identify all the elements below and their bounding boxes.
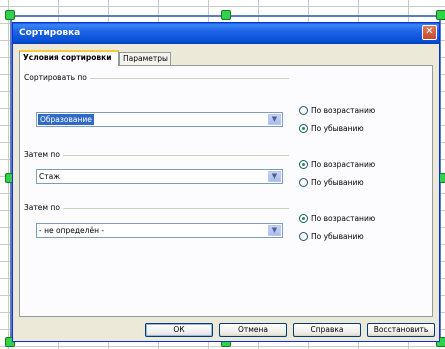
radio-icon	[299, 213, 308, 223]
chevron-down-icon[interactable]: ▼	[268, 225, 281, 236]
sort-key-2-descending-radio[interactable]: По убыванию	[299, 177, 364, 188]
chevron-down-icon[interactable]: ▼	[268, 114, 281, 125]
resize-handle-top-right[interactable]	[436, 10, 445, 20]
tab-options[interactable]: Параметры	[119, 52, 171, 66]
sort-key-1-select[interactable]: Образование ▼	[36, 112, 283, 127]
radio-icon	[299, 159, 308, 169]
title-bar[interactable]: Сортировка ✕	[13, 23, 439, 44]
radio-label: По возрастанию	[311, 214, 376, 223]
radio-label: По убыванию	[311, 232, 364, 241]
resize-handle-top[interactable]	[221, 10, 231, 20]
sort-key-3-ascending-radio[interactable]: По возрастанию	[299, 213, 376, 224]
sort-key-3-descending-radio[interactable]: По убыванию	[299, 231, 364, 242]
cancel-button[interactable]: Отмена	[219, 323, 287, 337]
sort-key-3-select[interactable]: - не определён - ▼	[36, 223, 283, 238]
tab-label: Параметры	[123, 54, 168, 63]
select-value: Стаж	[39, 172, 60, 181]
select-value: - не определён -	[39, 226, 105, 235]
group-label: Затем по	[24, 150, 63, 159]
help-button[interactable]: Справка	[293, 323, 361, 337]
radio-label: По убыванию	[311, 124, 364, 133]
radio-label: По убыванию	[311, 178, 364, 187]
radio-icon	[299, 231, 308, 241]
group-label: Затем по	[24, 203, 63, 212]
reset-button[interactable]: Восстановить	[367, 323, 435, 337]
sort-dialog: Сортировка ✕ Условия сортировки Параметр…	[12, 22, 440, 342]
radio-label: По возрастанию	[311, 160, 376, 169]
radio-icon	[299, 177, 308, 187]
dialog-title: Сортировка	[19, 28, 81, 38]
select-value: Образование	[38, 114, 94, 125]
radio-icon	[299, 105, 308, 115]
radio-icon	[299, 123, 308, 133]
sort-key-2-select[interactable]: Стаж ▼	[36, 169, 283, 184]
sort-key-1-ascending-radio[interactable]: По возрастанию	[299, 105, 376, 116]
sort-key-1-descending-radio[interactable]: По убыванию	[299, 123, 364, 134]
close-icon[interactable]: ✕	[422, 25, 437, 40]
tab-sort-criteria[interactable]: Условия сортировки	[19, 50, 119, 66]
group-separator	[24, 155, 289, 156]
sort-criteria-panel: Сортировать по Образование ▼ По возраста…	[19, 65, 433, 317]
sort-key-2-ascending-radio[interactable]: По возрастанию	[299, 159, 376, 170]
ok-button[interactable]: ОК	[145, 323, 213, 337]
tab-label: Условия сортировки	[23, 53, 112, 62]
group-label: Сортировать по	[24, 73, 90, 82]
chevron-down-icon[interactable]: ▼	[268, 171, 281, 182]
radio-label: По возрастанию	[311, 106, 376, 115]
group-separator	[24, 208, 289, 209]
resize-handle-top-left[interactable]	[5, 10, 15, 20]
